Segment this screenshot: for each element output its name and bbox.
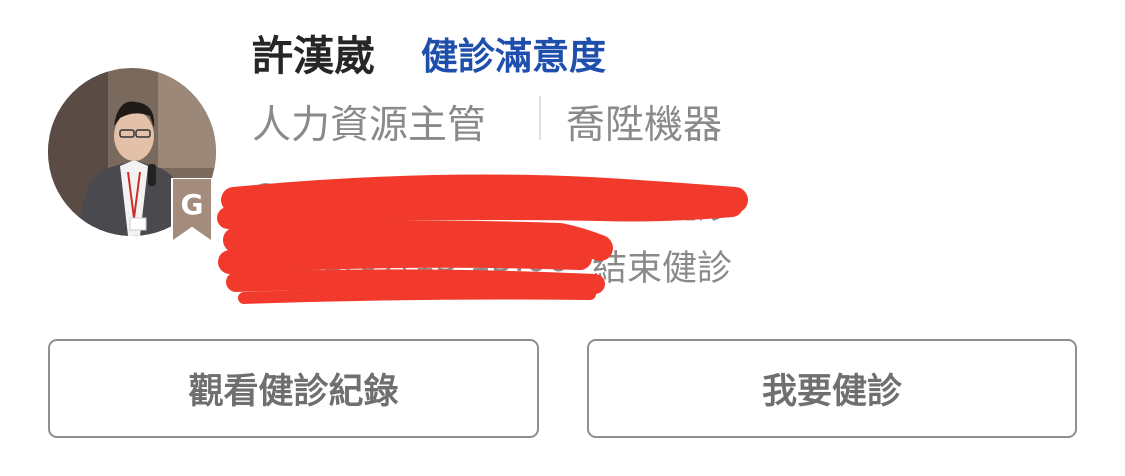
- profile-name: 許漢崴: [252, 32, 375, 80]
- start-time: 2023/07/13 14:00: [256, 178, 570, 218]
- badge-ribbon: G: [170, 177, 214, 244]
- end-label: 結束健診: [592, 249, 733, 289]
- start-checkup-button[interactable]: 我要健診: [587, 339, 1077, 438]
- end-time: 2023/07/13 15:00: [256, 240, 570, 280]
- satisfaction-link[interactable]: 健診滿意度: [421, 26, 606, 80]
- view-records-button[interactable]: 觀看健診紀錄: [48, 339, 539, 438]
- divider: [539, 96, 541, 140]
- profile-position: 人力資源主管: [252, 103, 487, 148]
- profile-company: 喬陞機器: [566, 103, 723, 148]
- start-label: 開始健診: [592, 187, 733, 227]
- badge-letter: G: [180, 188, 204, 221]
